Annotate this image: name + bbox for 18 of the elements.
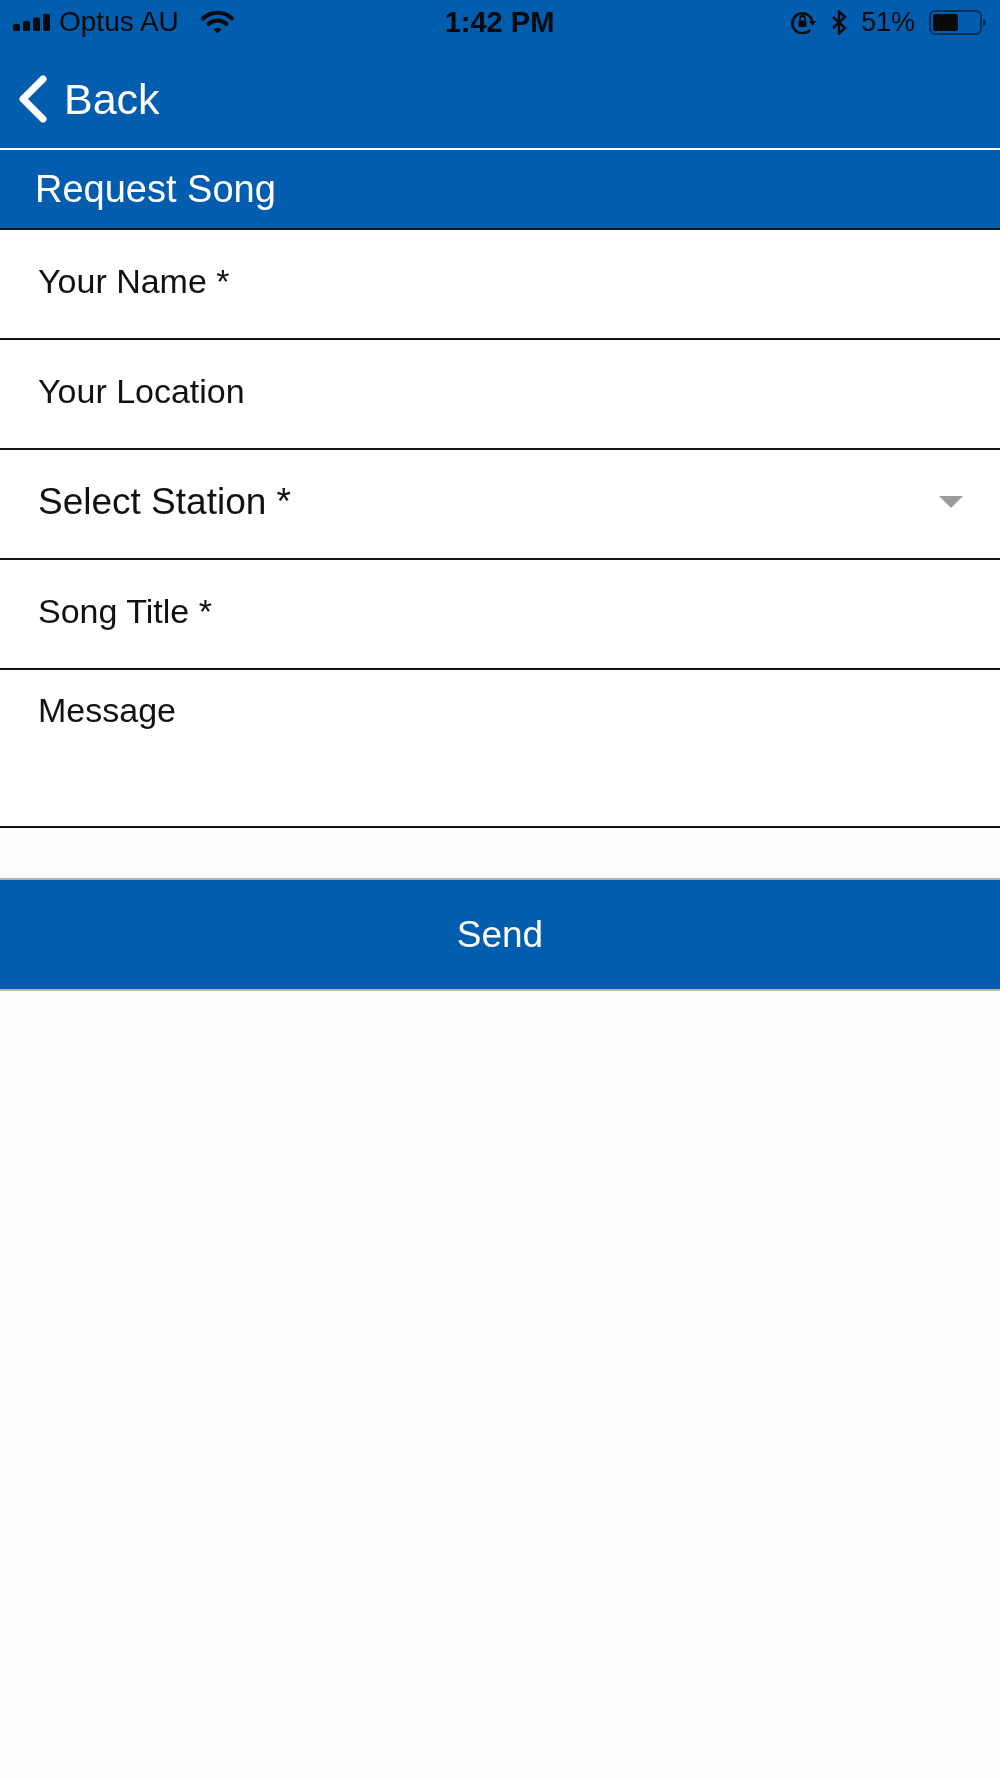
bluetooth-icon bbox=[830, 9, 847, 35]
text-field[interactable]: Your Location bbox=[0, 340, 1000, 448]
back-chevron-icon bbox=[17, 75, 47, 123]
signal-icon bbox=[13, 13, 51, 31]
status-time: 1:42 PM bbox=[444, 7, 555, 37]
caret-icon bbox=[939, 496, 963, 508]
page-title: Request Song bbox=[35, 170, 276, 208]
message-field[interactable]: Message bbox=[0, 670, 1000, 826]
wifi-icon bbox=[200, 10, 234, 34]
carrier-name: Optus AU bbox=[59, 8, 179, 36]
battery-icon bbox=[929, 9, 986, 35]
text-field[interactable]: Song Title * bbox=[0, 560, 1000, 668]
dropdown-field[interactable]: Select Station * bbox=[0, 450, 1000, 558]
send-button[interactable]: Send bbox=[0, 878, 1000, 991]
orientation-lock-icon bbox=[789, 10, 817, 34]
back-button[interactable]: Back bbox=[17, 75, 160, 123]
text-field[interactable]: Your Name * bbox=[0, 230, 1000, 338]
battery-percent: 51% bbox=[860, 8, 915, 36]
